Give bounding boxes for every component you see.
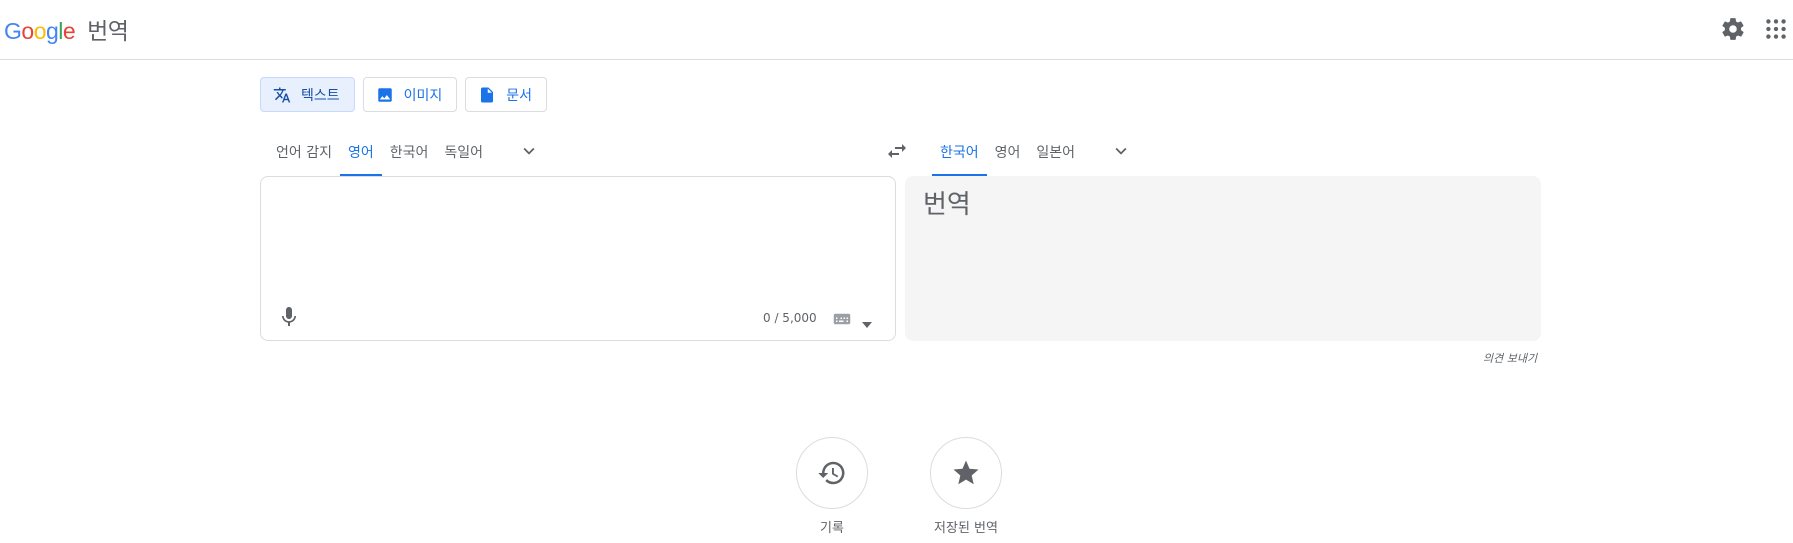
google-translate-logo[interactable]: Google 번역 xyxy=(4,12,129,46)
translation-output-panel: 번역 xyxy=(905,176,1541,341)
translation-placeholder: 번역 xyxy=(923,190,971,220)
target-lang-more-button[interactable] xyxy=(1097,130,1145,168)
microphone-icon[interactable] xyxy=(277,305,301,329)
source-language-bar: 언어 감지 영어 한국어 독일어 xyxy=(268,130,553,176)
tab-text[interactable]: 텍스트 xyxy=(260,77,355,112)
caret-down-icon[interactable] xyxy=(862,314,872,328)
source-lang-korean[interactable]: 한국어 xyxy=(382,130,437,176)
tab-image[interactable]: 이미지 xyxy=(362,77,458,112)
image-icon xyxy=(377,87,392,102)
source-lang-english[interactable]: 영어 xyxy=(339,130,382,176)
chevron-down-icon xyxy=(1115,147,1127,155)
target-lang-korean[interactable]: 한국어 xyxy=(932,130,987,176)
history-button[interactable] xyxy=(796,437,868,509)
source-lang-detect[interactable]: 언어 감지 xyxy=(268,130,340,176)
swap-arrows-icon xyxy=(888,144,906,158)
tab-label: 문서 xyxy=(506,87,533,104)
mode-tabs: 텍스트 이미지 문서 xyxy=(260,77,548,112)
target-lang-japanese[interactable]: 일본어 xyxy=(1028,130,1083,176)
saved-translations-label: 저장된 번역 xyxy=(934,521,998,536)
logo-letter: o xyxy=(33,18,47,44)
source-text-input[interactable] xyxy=(277,189,881,293)
character-count: 0 / 5,000 xyxy=(763,311,817,325)
swap-languages-button[interactable] xyxy=(885,139,913,165)
gear-icon[interactable] xyxy=(1720,16,1746,42)
star-icon xyxy=(953,460,979,485)
top-app-bar: Google 번역 xyxy=(0,0,1793,60)
tab-label: 텍스트 xyxy=(301,87,340,104)
tab-label: 이미지 xyxy=(403,87,443,104)
document-icon xyxy=(481,87,494,102)
target-lang-english[interactable]: 영어 xyxy=(987,130,1029,176)
tab-document[interactable]: 문서 xyxy=(465,77,548,112)
apps-grid-icon[interactable] xyxy=(1763,16,1789,42)
logo-letter: g xyxy=(45,18,59,44)
logo-letter: o xyxy=(21,18,34,44)
target-language-bar: 한국어 영어 일본어 xyxy=(932,130,1145,176)
translate-icon xyxy=(273,87,291,102)
keyboard-icon[interactable] xyxy=(833,311,851,325)
history-label: 기록 xyxy=(820,521,844,536)
send-feedback-link[interactable]: 의견 보내기 xyxy=(1483,350,1537,366)
chevron-down-icon xyxy=(523,147,535,155)
source-text-panel: 0 / 5,000 xyxy=(260,176,896,341)
product-name: 번역 xyxy=(87,18,129,44)
logo-letter: e xyxy=(62,18,76,44)
source-lang-more-button[interactable] xyxy=(505,130,553,168)
logo-letter: G xyxy=(4,18,22,44)
saved-translations-button[interactable] xyxy=(930,437,1002,509)
history-icon xyxy=(818,461,845,485)
source-lang-german[interactable]: 독일어 xyxy=(436,130,491,176)
